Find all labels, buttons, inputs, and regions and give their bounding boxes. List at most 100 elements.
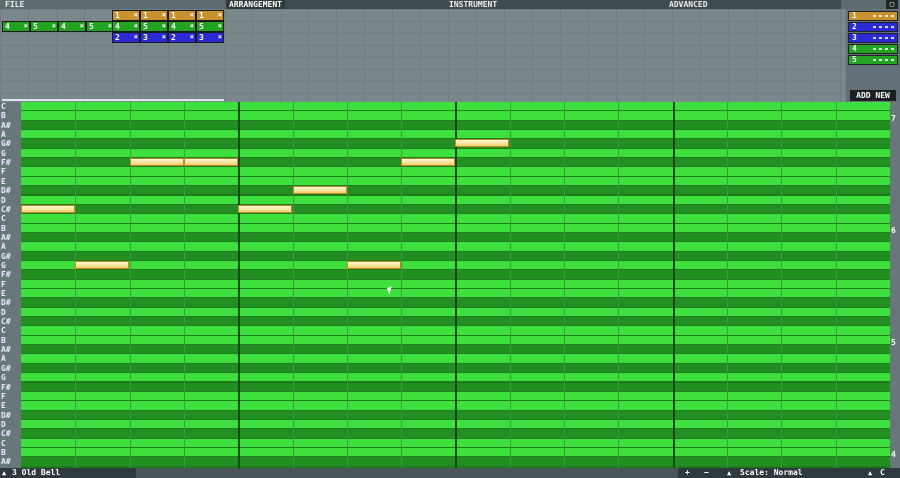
menu-arrangement[interactable]: ARRANGEMENT bbox=[226, 0, 285, 9]
scale-up-icon[interactable]: ▲ bbox=[727, 468, 731, 478]
key-label: D# bbox=[1, 186, 11, 196]
key-label: G bbox=[1, 148, 6, 158]
sequence-block[interactable]: 4 × bbox=[58, 21, 86, 32]
sequence-block[interactable]: 1 × bbox=[112, 10, 140, 21]
key-selector[interactable]: C bbox=[880, 468, 885, 478]
sequence-block[interactable]: 1 × bbox=[168, 10, 196, 21]
pattern-item[interactable]: 2 bbox=[848, 22, 898, 32]
block-close-icon[interactable]: × bbox=[52, 22, 56, 31]
sequence-block[interactable]: 5 × bbox=[140, 21, 168, 32]
beat-line bbox=[618, 102, 620, 468]
key-label: E bbox=[1, 176, 6, 186]
pattern-item[interactable]: 1 bbox=[848, 11, 898, 21]
piano-roll[interactable] bbox=[21, 102, 890, 468]
key-label: C bbox=[1, 438, 6, 448]
menu-instrument[interactable]: INSTRUMENT bbox=[446, 0, 500, 9]
beat-line bbox=[835, 102, 837, 468]
key-label: G bbox=[1, 260, 6, 270]
beat-line bbox=[401, 102, 403, 468]
pattern-preview bbox=[873, 59, 895, 61]
key-label: B bbox=[1, 335, 6, 345]
window-toggle-icon[interactable]: □ bbox=[886, 0, 898, 9]
key-label: D bbox=[1, 419, 6, 429]
note-block[interactable] bbox=[183, 158, 238, 167]
key-label: C# bbox=[1, 429, 11, 439]
key-label: C bbox=[1, 102, 6, 111]
key-label: C# bbox=[1, 317, 11, 327]
pattern-item[interactable]: 5 bbox=[848, 55, 898, 65]
block-close-icon[interactable]: × bbox=[190, 11, 194, 20]
sequence-block[interactable]: 2 × bbox=[112, 32, 140, 43]
beat-line bbox=[509, 102, 511, 468]
sequence-block[interactable]: 4 × bbox=[112, 21, 140, 32]
block-close-icon[interactable]: × bbox=[218, 33, 222, 42]
key-up-icon[interactable]: ▲ bbox=[868, 468, 872, 478]
menu-advanced[interactable]: ADVANCED bbox=[666, 0, 711, 9]
menu-file[interactable]: FILE bbox=[2, 0, 27, 9]
block-close-icon[interactable]: × bbox=[218, 22, 222, 31]
sequence-block[interactable]: 1 × bbox=[196, 10, 224, 21]
beat-line bbox=[129, 102, 131, 468]
block-close-icon[interactable]: × bbox=[80, 22, 84, 31]
pattern-preview bbox=[873, 37, 895, 39]
key-label: G# bbox=[1, 139, 11, 149]
zoom-out-icon[interactable]: − bbox=[704, 468, 709, 478]
key-label: D# bbox=[1, 298, 11, 308]
sequence-block[interactable]: 5 × bbox=[196, 21, 224, 32]
beat-line bbox=[564, 102, 565, 468]
sequence-block[interactable]: 1 × bbox=[140, 10, 168, 21]
note-block[interactable] bbox=[129, 158, 184, 167]
note-block[interactable] bbox=[292, 186, 347, 195]
note-block[interactable] bbox=[21, 204, 75, 213]
block-close-icon[interactable]: × bbox=[24, 22, 28, 31]
sequence-block[interactable]: 2 × bbox=[168, 32, 196, 43]
octave-label: 6 bbox=[891, 226, 896, 235]
block-close-icon[interactable]: × bbox=[190, 22, 194, 31]
key-label: B bbox=[1, 223, 6, 233]
key-label: F bbox=[1, 279, 6, 289]
piano-keys: C B A# A G# G F# F E D# D C# C B A# A G# G F# F E D# D C# C B A# A G… bbox=[0, 102, 21, 468]
note-block[interactable] bbox=[346, 260, 401, 269]
note-block[interactable] bbox=[455, 139, 510, 148]
block-close-icon[interactable]: × bbox=[162, 33, 166, 42]
key-label: F# bbox=[1, 270, 11, 280]
song-sequencer[interactable]: 1 × 1 × 1 × 1 × 4 × 5 × 4 × 5 × 4 × 5 × 4 × 5 × 2 × 3 × 2 × 3 × bbox=[0, 9, 846, 102]
sequence-block[interactable]: 4 × bbox=[168, 21, 196, 32]
status-scroll-track[interactable] bbox=[136, 468, 678, 478]
key-label: A# bbox=[1, 345, 11, 355]
instrument-name[interactable]: 3 Old Bell bbox=[12, 468, 60, 478]
scale-selector[interactable]: Scale: Normal bbox=[740, 468, 803, 478]
note-block[interactable] bbox=[238, 204, 293, 213]
octave-label: 7 bbox=[891, 114, 896, 123]
key-label: F bbox=[1, 391, 6, 401]
sequence-block[interactable]: 4 × bbox=[2, 21, 30, 32]
instrument-up-icon[interactable]: ▲ bbox=[2, 468, 6, 478]
add-new-button[interactable]: ADD NEW bbox=[850, 90, 896, 101]
block-close-icon[interactable]: × bbox=[162, 22, 166, 31]
sequence-block[interactable]: 3 × bbox=[140, 32, 168, 43]
block-close-icon[interactable]: × bbox=[162, 11, 166, 20]
block-close-icon[interactable]: × bbox=[134, 33, 138, 42]
octave-label: 4 bbox=[891, 450, 896, 459]
beat-line bbox=[292, 102, 294, 468]
pattern-item[interactable]: 3 bbox=[848, 33, 898, 43]
key-label: C bbox=[1, 326, 6, 336]
sequence-block[interactable]: 5 × bbox=[30, 21, 58, 32]
block-close-icon[interactable]: × bbox=[134, 22, 138, 31]
block-close-icon[interactable]: × bbox=[134, 11, 138, 20]
beat-line bbox=[238, 102, 241, 468]
key-label: F# bbox=[1, 382, 11, 392]
pattern-item[interactable]: 4 bbox=[848, 44, 898, 54]
sequencer-scrollbar[interactable] bbox=[2, 99, 224, 101]
zoom-in-icon[interactable]: + bbox=[685, 468, 690, 478]
block-close-icon[interactable]: × bbox=[218, 11, 222, 20]
beat-line bbox=[455, 102, 458, 468]
note-block[interactable] bbox=[75, 260, 130, 269]
sequence-block[interactable]: 5 × bbox=[86, 21, 114, 32]
block-close-icon[interactable]: × bbox=[190, 33, 194, 42]
note-block[interactable] bbox=[401, 158, 456, 167]
pattern-preview bbox=[873, 15, 895, 17]
key-label: C bbox=[1, 214, 6, 224]
sequence-block[interactable]: 3 × bbox=[196, 32, 224, 43]
key-label: B bbox=[1, 447, 6, 457]
